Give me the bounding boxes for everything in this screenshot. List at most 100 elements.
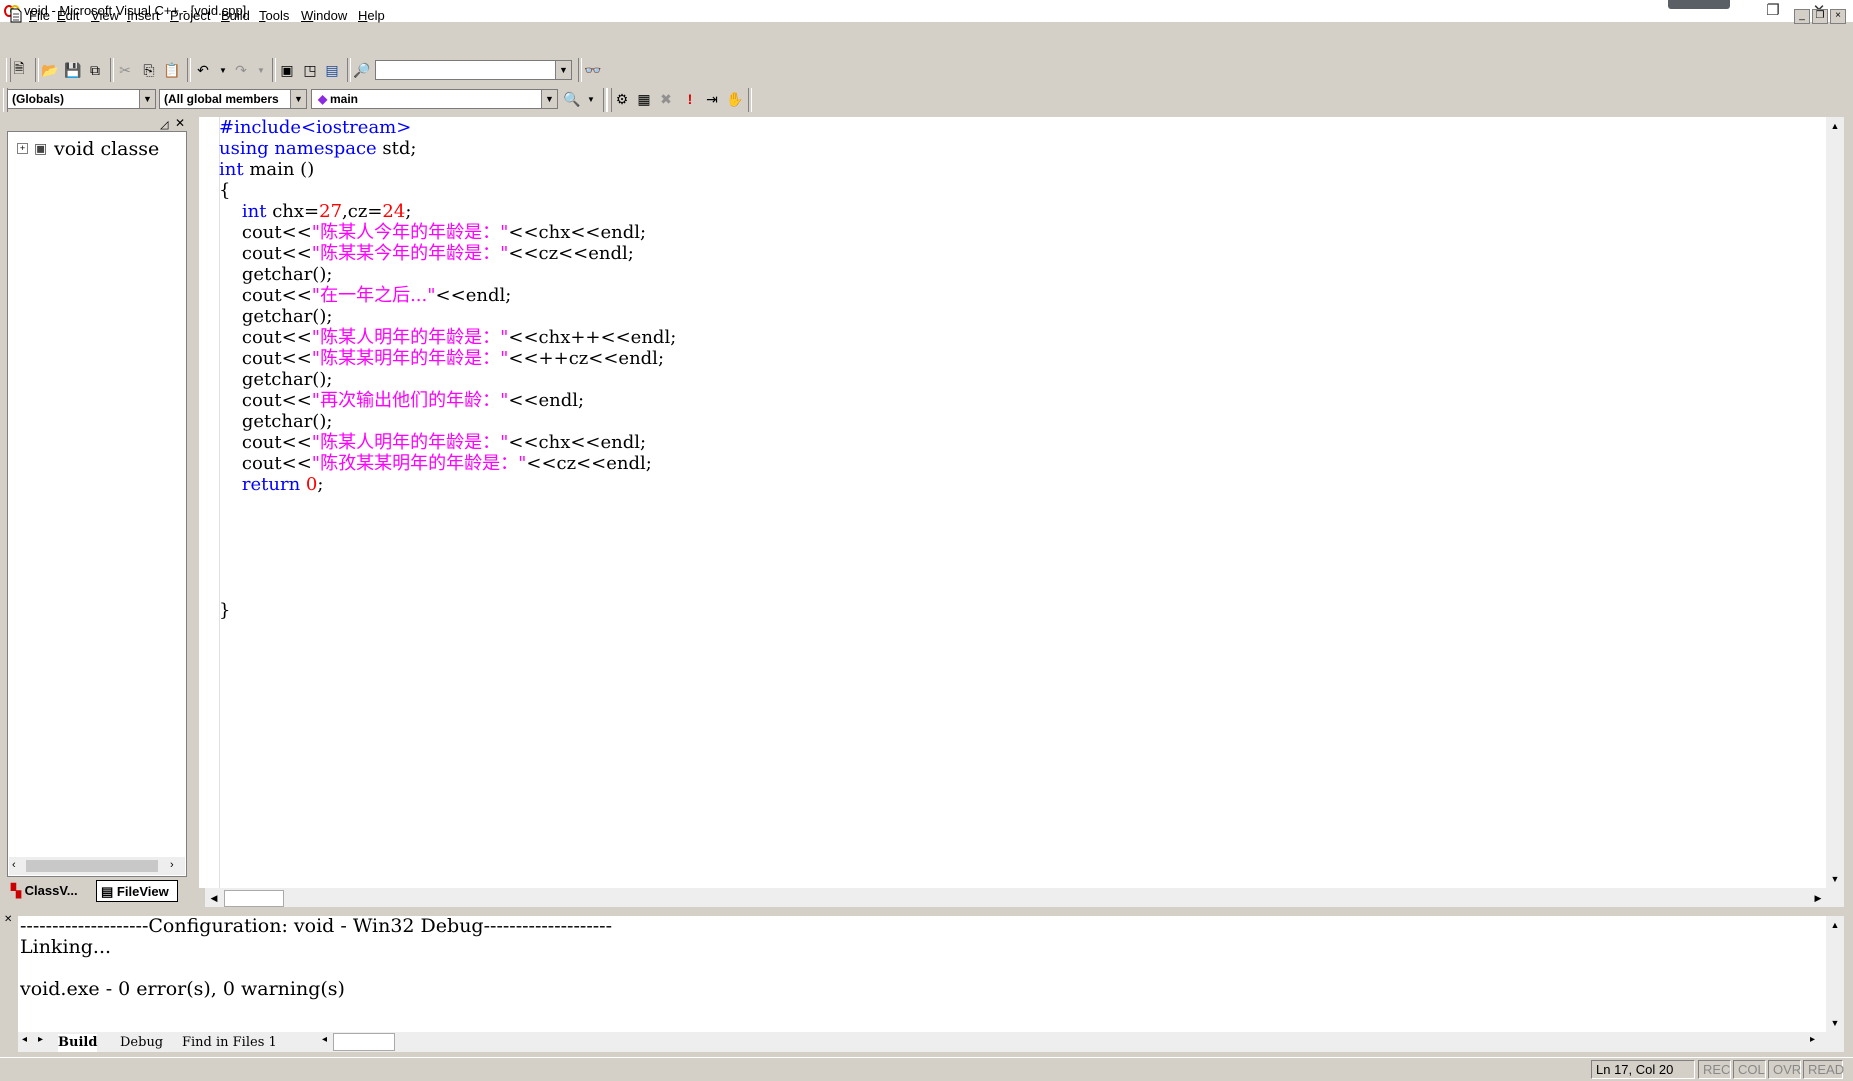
restore-window-button[interactable]: ❐	[1750, 0, 1796, 22]
menu-window[interactable]: Window	[301, 8, 347, 23]
project-classes-icon: ▣	[34, 140, 48, 156]
output-hscroll-left-icon[interactable]: ◂	[322, 1034, 327, 1045]
filter-combo[interactable]: (All global members ▼	[159, 89, 307, 109]
new-text-file-icon[interactable]: 🗎	[8, 59, 30, 81]
source-code[interactable]: #include<iostream> using namespace std; in…	[219, 117, 676, 621]
tab-find-in-files-1[interactable]: Find in Files 1	[182, 1034, 277, 1052]
compile-icon[interactable]: ⚙	[611, 88, 633, 110]
menu-edit[interactable]: Edit	[57, 8, 79, 23]
menu-tools[interactable]: Tools	[259, 8, 289, 23]
code-line[interactable]: return 0;	[219, 474, 676, 495]
redo-dropdown-icon[interactable]: ▼	[250, 59, 272, 81]
scroll-left-icon[interactable]: ‹	[12, 859, 16, 871]
menu-build[interactable]: Build	[221, 8, 250, 23]
code-line[interactable]: cout<<"陈某人今年的年龄是："<<chx<<endl;	[219, 222, 676, 243]
code-line[interactable]: cout<<"陈某人明年的年龄是："<<chx++<<endl;	[219, 327, 676, 348]
tab-scroll-left-icon[interactable]: ◂	[22, 1034, 27, 1045]
tab-classview[interactable]: ▚ ClassV...	[11, 880, 93, 902]
code-line[interactable]	[219, 558, 676, 579]
scroll-up-icon[interactable]: ▲	[1827, 118, 1843, 134]
tab-build[interactable]: Build	[58, 1034, 98, 1052]
editor-hscroll-thumb[interactable]	[224, 890, 284, 907]
code-line[interactable]: {	[219, 180, 676, 201]
paste-icon[interactable]: 📋	[161, 59, 183, 81]
save-all-icon[interactable]: ⧉	[84, 59, 106, 81]
code-line[interactable]: int chx=27,cz=24;	[219, 201, 676, 222]
scroll-down-icon[interactable]: ▼	[1827, 1015, 1843, 1031]
scroll-left-icon[interactable]: ◀	[206, 890, 222, 906]
cut-icon[interactable]: ✂	[114, 59, 136, 81]
filter-combo-dropdown-icon[interactable]: ▼	[290, 90, 306, 108]
wizard-action-dropdown-icon[interactable]: ▼	[580, 88, 602, 110]
code-line[interactable]: cout<<"在一年之后..."<<endl;	[219, 285, 676, 306]
find-binoculars-icon[interactable]: 👓	[582, 59, 604, 81]
undo-icon[interactable]: ↶	[192, 59, 214, 81]
menu-project[interactable]: Project	[170, 8, 210, 23]
output-toggle-icon[interactable]: ◳	[299, 59, 321, 81]
stop-build-icon[interactable]: ✖	[655, 88, 677, 110]
output-hscroll-right-icon[interactable]: ▸	[1810, 1034, 1815, 1045]
breakpoint-hand-icon[interactable]: ✋	[724, 88, 746, 110]
save-icon[interactable]: 💾	[62, 59, 84, 81]
code-line[interactable]: cout<<"陈某某明年的年龄是："<<++cz<<endl;	[219, 348, 676, 369]
tab-debug[interactable]: Debug	[120, 1034, 163, 1052]
find-combo-dropdown-icon[interactable]: ▼	[555, 61, 571, 79]
code-line[interactable]: getchar();	[219, 369, 676, 390]
member-combo-dropdown-icon[interactable]: ▼	[541, 90, 557, 108]
scroll-right-icon[interactable]: ▶	[1810, 890, 1826, 906]
menu-insert[interactable]: Insert	[127, 8, 160, 23]
code-line[interactable]	[219, 495, 676, 516]
output-close-icon[interactable]: ✕	[4, 914, 12, 925]
code-line[interactable]: }	[219, 600, 676, 621]
tab-scroll-right-icon[interactable]: ▸	[38, 1034, 43, 1045]
code-line[interactable]: #include<iostream>	[219, 117, 676, 138]
workspace-restore-icon[interactable]: ◿	[160, 118, 168, 131]
code-line[interactable]: getchar();	[219, 411, 676, 432]
output-pane-grip[interactable]	[2, 912, 14, 1052]
code-line[interactable]	[219, 516, 676, 537]
tree-expand-icon[interactable]: +	[17, 143, 28, 154]
mdi-restore-button[interactable]: ❐	[1812, 9, 1828, 24]
scroll-right-icon[interactable]: ›	[170, 859, 174, 871]
code-line[interactable]: getchar();	[219, 306, 676, 327]
code-token: cout<<	[219, 453, 312, 474]
editor-hscrollbar[interactable]	[205, 888, 1844, 907]
editor-vscrollbar[interactable]	[1826, 117, 1844, 888]
output-hscroll-thumb[interactable]	[333, 1033, 395, 1051]
code-line[interactable]	[219, 537, 676, 558]
code-line[interactable]: cout<<"陈某人明年的年龄是："<<chx<<endl;	[219, 432, 676, 453]
build-icon[interactable]: ▦	[633, 88, 655, 110]
menu-file[interactable]: File	[29, 8, 50, 23]
find-in-files-icon[interactable]: 🔎	[351, 59, 373, 81]
code-line[interactable]: cout<<"再次输出他们的年龄："<<endl;	[219, 390, 676, 411]
workspace-scroll-thumb[interactable]	[26, 860, 158, 872]
member-combo[interactable]: ◆ main ▼	[311, 89, 558, 109]
code-line[interactable]: int main ()	[219, 159, 676, 180]
execute-icon[interactable]: !	[679, 88, 701, 110]
class-combo-dropdown-icon[interactable]: ▼	[139, 90, 155, 108]
scroll-up-icon[interactable]: ▲	[1827, 917, 1843, 933]
find-combo[interactable]: ▼	[375, 60, 572, 80]
workspace-toggle-icon[interactable]: ▣	[276, 59, 298, 81]
open-folder-icon[interactable]: 📂	[39, 59, 61, 81]
menu-view[interactable]: View	[91, 8, 119, 23]
workspace-close-icon[interactable]: ✕	[175, 116, 185, 130]
code-line[interactable]: cout<<"陈孜某某明年的年龄是："<<cz<<endl;	[219, 453, 676, 474]
tab-fileview[interactable]: ▤ FileView	[96, 880, 178, 902]
code-token-kw: int	[241, 201, 267, 222]
menu-help[interactable]: Help	[358, 8, 385, 23]
scroll-down-icon[interactable]: ▼	[1827, 871, 1843, 887]
code-line[interactable]	[219, 579, 676, 600]
mdi-minimize-button[interactable]: _	[1794, 9, 1810, 24]
code-line[interactable]: using namespace std;	[219, 138, 676, 159]
class-combo[interactable]: (Globals) ▼	[7, 89, 156, 109]
tree-root-label[interactable]: void classe	[54, 138, 182, 160]
mdi-close-button[interactable]: ×	[1830, 9, 1846, 24]
redo-icon[interactable]: ↷	[230, 59, 252, 81]
code-line[interactable]: cout<<"陈某某今年的年龄是："<<cz<<endl;	[219, 243, 676, 264]
copy-icon[interactable]: ⎘	[138, 59, 160, 81]
code-line[interactable]: getchar();	[219, 264, 676, 285]
go-debug-icon[interactable]: ⇥	[701, 88, 723, 110]
window-list-icon[interactable]: ▤	[321, 59, 343, 81]
